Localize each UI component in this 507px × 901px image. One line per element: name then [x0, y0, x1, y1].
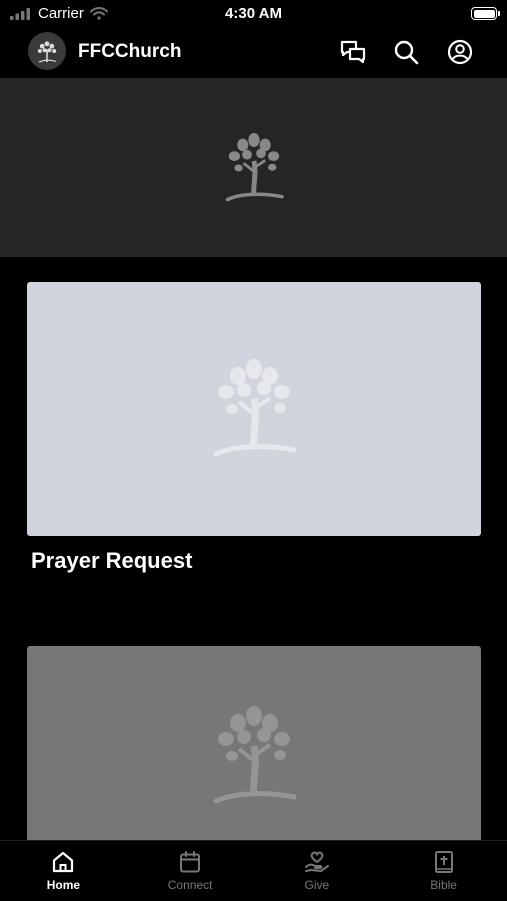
app-title: FFCChurch — [78, 41, 182, 62]
app-header: FFCChurch — [0, 28, 507, 78]
tree-logo-icon — [37, 41, 57, 63]
tree-placeholder-icon — [225, 132, 284, 201]
tree-placeholder-icon — [213, 359, 297, 457]
card-title[interactable]: Prayer Request — [31, 548, 192, 574]
content-card[interactable] — [27, 646, 481, 866]
tab-bible[interactable]: Bible — [380, 841, 507, 901]
give-hand-heart-icon — [304, 851, 329, 872]
tab-bar: Home Connect Give Bible — [0, 840, 507, 901]
tab-label: Give — [304, 878, 330, 892]
tab-label: Home — [46, 878, 81, 892]
profile-icon — [447, 39, 473, 65]
hero-banner[interactable] — [0, 78, 507, 257]
battery-icon — [471, 7, 500, 20]
messages-button[interactable] — [338, 37, 368, 67]
tab-connect[interactable]: Connect — [127, 841, 254, 901]
prayer-request-card[interactable] — [27, 282, 481, 536]
profile-button[interactable] — [445, 37, 475, 67]
chat-bubbles-icon — [340, 40, 366, 64]
bible-icon — [434, 851, 453, 873]
search-button[interactable] — [391, 37, 421, 67]
status-time: 4:30 AM — [225, 5, 282, 22]
search-icon — [394, 40, 419, 65]
home-icon — [53, 851, 74, 873]
status-bar: Carrier 4:30 AM — [0, 0, 507, 28]
tab-home[interactable]: Home — [0, 841, 127, 901]
church-logo — [28, 32, 66, 70]
tab-label: Connect — [167, 878, 213, 892]
tab-label: Bible — [430, 878, 457, 892]
calendar-icon — [180, 851, 201, 873]
tab-give[interactable]: Give — [254, 841, 381, 901]
tree-placeholder-icon — [213, 706, 297, 804]
